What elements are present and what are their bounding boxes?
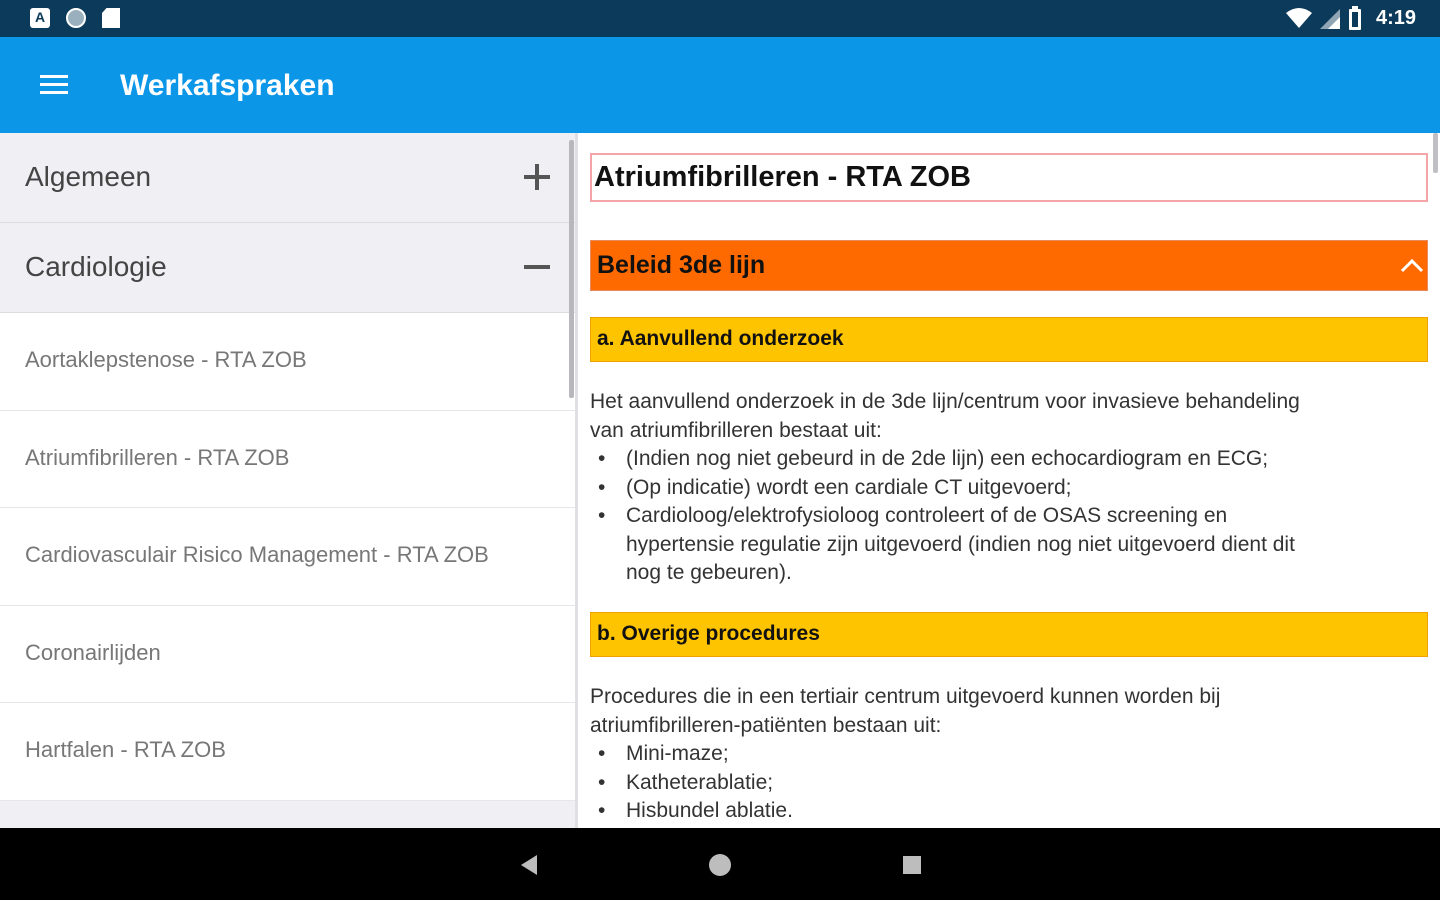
expand-plus-icon[interactable]: [523, 163, 551, 191]
app-bar: Werkafspraken: [0, 37, 1440, 133]
section-header-label: Beleid 3de lijn: [597, 251, 766, 279]
hamburger-menu-icon: [40, 75, 68, 94]
system-nav-bar: [0, 828, 1440, 900]
paragraph-line: Procedures die in een tertiair centrum u…: [590, 685, 1221, 708]
menu-button[interactable]: [28, 65, 80, 105]
bullet-list: Mini-maze; Katheterablatie; Hisbundel ab…: [590, 740, 1420, 826]
chevron-up-icon: [1400, 258, 1424, 273]
sidebar-group-label: Cardiologie: [25, 251, 167, 282]
list-item: Katheterablatie;: [590, 769, 1420, 798]
a-notification-icon: [30, 8, 50, 28]
section-header-beleid-3de-lijn[interactable]: Beleid 3de lijn: [590, 240, 1428, 291]
sidebar-scrollbar[interactable]: [569, 140, 574, 398]
sidebar-group-algemeen[interactable]: Algemeen: [0, 133, 575, 223]
sidebar-item-label: Atriumfibrilleren - RTA ZOB: [25, 444, 290, 470]
sidebar-item-cardiovasculair-risico[interactable]: Cardiovasculair Risico Management - RTA …: [0, 508, 575, 606]
paragraph-line: Het aanvullend onderzoek in de 3de lijn/…: [590, 390, 1300, 413]
sd-card-icon: [102, 8, 120, 28]
document-title: Atriumfibrilleren - RTA ZOB: [594, 161, 971, 193]
recents-square-icon[interactable]: [899, 852, 925, 878]
sidebar-group-cardiologie[interactable]: Cardiologie: [0, 223, 575, 313]
paragraph-line: atriumfibrilleren-patiënten bestaan uit:: [590, 713, 942, 737]
sidebar-item-label: Hartfalen - RTA ZOB: [25, 737, 226, 762]
app-title: Werkafspraken: [120, 69, 335, 102]
wifi-icon: [1285, 8, 1312, 28]
list-item: Hisbundel ablatie.: [590, 797, 1420, 826]
subsection-a-body: Het aanvullend onderzoek in de 3de lijn/…: [590, 388, 1420, 588]
list-item-line: nog te gebeuren).: [626, 561, 792, 584]
subsection-b-body: Procedures die in een tertiair centrum u…: [590, 683, 1420, 826]
battery-icon: [1348, 6, 1361, 30]
sidebar-item-coronairlijden[interactable]: Coronairlijden: [0, 605, 575, 703]
sidebar-item-atriumfibrilleren[interactable]: Atriumfibrilleren - RTA ZOB: [0, 410, 575, 508]
list-item: Mini-maze;: [590, 740, 1420, 769]
status-bar: 4:19: [0, 0, 1440, 37]
sidebar-next-group-peek: [0, 800, 575, 828]
list-item: Cardioloog/elektrofysioloog controleert …: [590, 502, 1420, 588]
sidebar: Algemeen Cardiologie Aortaklepstenose - …: [0, 133, 575, 828]
home-circle-icon[interactable]: [707, 852, 733, 878]
sidebar-item-aortaklepstenose[interactable]: Aortaklepstenose - RTA ZOB: [0, 313, 575, 411]
sidebar-item-hartfalen[interactable]: Hartfalen - RTA ZOB: [0, 703, 575, 801]
content-pane: Atriumfibrilleren - RTA ZOB Beleid 3de l…: [578, 133, 1440, 828]
subsection-label: a. Aanvullend onderzoek: [597, 327, 844, 350]
subsection-header-a: a. Aanvullend onderzoek: [590, 317, 1428, 362]
back-triangle-icon[interactable]: [517, 852, 543, 878]
sidebar-item-label: Coronairlijden: [25, 639, 161, 665]
system-icons: 4:19: [1285, 6, 1416, 30]
sidebar-item-label: Cardiovasculair Risico Management - RTA …: [25, 542, 489, 567]
list-item-line: Cardioloog/elektrofysioloog controleert …: [626, 504, 1228, 527]
clock: 4:19: [1375, 6, 1416, 29]
subsection-header-b: b. Overige procedures: [590, 612, 1428, 657]
document-title-box: Atriumfibrilleren - RTA ZOB: [590, 153, 1428, 202]
bullet-list: (Indien nog niet gebeurd in de 2de lijn)…: [590, 445, 1420, 588]
list-item: (Op indicatie) wordt een cardiale CT uit…: [590, 474, 1420, 503]
list-item: (Indien nog niet gebeurd in de 2de lijn)…: [590, 445, 1420, 474]
notification-icons: [30, 8, 120, 28]
sidebar-item-label: Aortaklepstenose - RTA ZOB: [25, 347, 307, 372]
circle-notification-icon: [66, 8, 86, 28]
content-scrollbar[interactable]: [1433, 133, 1438, 173]
sidebar-group-label: Algemeen: [25, 161, 152, 192]
cell-signal-icon: [1319, 9, 1340, 29]
subsection-label: b. Overige procedures: [597, 622, 820, 645]
collapse-minus-icon[interactable]: [523, 253, 551, 281]
list-item-line: hypertensie regulatie zijn uitgevoerd (i…: [626, 532, 1295, 556]
paragraph-line: van atriumfibrilleren bestaat uit:: [590, 418, 882, 442]
